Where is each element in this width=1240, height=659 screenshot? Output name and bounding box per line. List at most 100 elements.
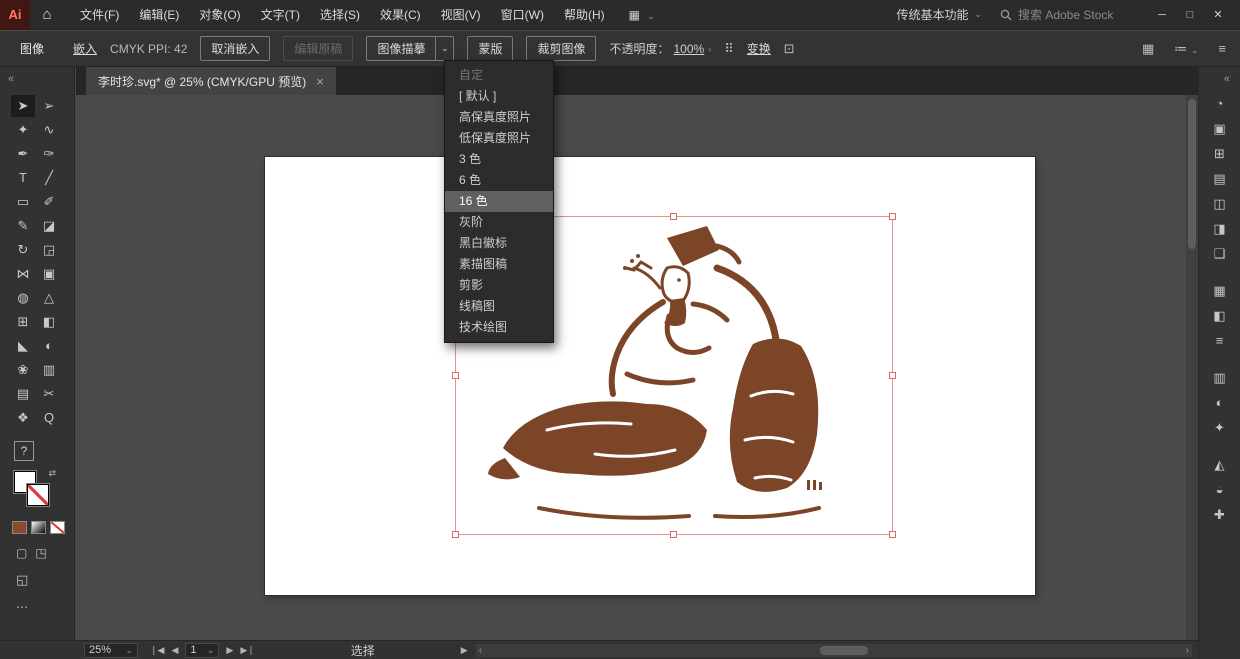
perspective-grid-tool[interactable]: △ bbox=[37, 287, 61, 309]
preset-grayscale[interactable]: 灰阶 bbox=[445, 212, 553, 233]
panel-icon-15[interactable]: ◒ bbox=[1207, 477, 1233, 502]
crop-image-button[interactable]: 裁剪图像 bbox=[526, 36, 596, 61]
magic-wand-tool[interactable]: ✦ bbox=[11, 119, 35, 141]
bounding-box-icon[interactable]: ⊡ bbox=[784, 41, 795, 57]
horizontal-scrollbar-thumb[interactable] bbox=[820, 646, 868, 655]
symbol-sprayer-tool[interactable]: ❀ bbox=[11, 359, 35, 381]
arrange-documents-icon[interactable]: ▦ ⌄ bbox=[629, 8, 657, 22]
blend-tool[interactable]: ◐ bbox=[37, 335, 61, 357]
preset-technical[interactable]: 技术绘图 bbox=[445, 317, 553, 338]
close-button[interactable]: ✕ bbox=[1204, 0, 1232, 30]
lasso-tool[interactable]: ∿ bbox=[37, 119, 61, 141]
selection-handle-n[interactable] bbox=[670, 213, 677, 220]
horizontal-scrollbar[interactable]: ‹ › bbox=[476, 644, 1192, 657]
panel-icon-3[interactable]: ⊞ bbox=[1207, 141, 1233, 166]
first-artboard-icon[interactable]: ❘◀ bbox=[150, 645, 164, 656]
panel-icon-1[interactable]: ◔ bbox=[1207, 91, 1233, 116]
rectangle-tool[interactable]: ▭ bbox=[11, 191, 35, 213]
preset-default[interactable]: [ 默认 ] bbox=[445, 86, 553, 107]
draw-normal-icon[interactable]: ▢ bbox=[16, 546, 27, 560]
menu-help[interactable]: 帮助(H) bbox=[554, 0, 615, 30]
document-tab[interactable]: 李时珍.svg* @ 25% (CMYK/GPU 预览) × bbox=[86, 67, 336, 95]
mesh-tool[interactable]: ⊞ bbox=[11, 311, 35, 333]
stock-search-input[interactable]: 搜索 Adobe Stock bbox=[1000, 6, 1130, 23]
selection-tool[interactable]: ➤ bbox=[11, 95, 35, 117]
last-artboard-icon[interactable]: ▶❘ bbox=[240, 645, 254, 656]
panel-icon-4[interactable]: ▤ bbox=[1207, 166, 1233, 191]
type-tool[interactable]: T bbox=[11, 167, 35, 189]
selection-handle-sw[interactable] bbox=[452, 531, 459, 538]
vertical-scrollbar[interactable] bbox=[1186, 95, 1198, 640]
preset-sketch-art[interactable]: 素描图稿 bbox=[445, 254, 553, 275]
panel-icon-14[interactable]: ◭ bbox=[1207, 452, 1233, 477]
shape-builder-tool[interactable]: ◍ bbox=[11, 287, 35, 309]
screen-mode-icon[interactable]: ◱ bbox=[16, 572, 74, 588]
none-button[interactable] bbox=[50, 521, 65, 534]
opacity-value[interactable]: 100% bbox=[674, 42, 705, 56]
tab-close-icon[interactable]: × bbox=[316, 74, 324, 89]
unembed-button[interactable]: 取消嵌入 bbox=[200, 36, 270, 61]
preset-hifi-photo[interactable]: 高保真度照片 bbox=[445, 107, 553, 128]
gradient-tool[interactable]: ◧ bbox=[37, 311, 61, 333]
mask-button[interactable]: 蒙版 bbox=[467, 36, 513, 61]
preset-16-colors[interactable]: 16 色 bbox=[445, 191, 553, 212]
style-dots-icon[interactable]: ⠿ bbox=[724, 41, 734, 57]
rotate-tool[interactable]: ↻ bbox=[11, 239, 35, 261]
status-expand-icon[interactable]: ▶ bbox=[461, 645, 468, 656]
panel-icon-9[interactable]: ◧ bbox=[1207, 303, 1233, 328]
scroll-right-icon[interactable]: › bbox=[1186, 645, 1189, 656]
hand-tool[interactable]: ❖ bbox=[11, 407, 35, 429]
draw-behind-icon[interactable]: ◳ bbox=[35, 546, 46, 560]
panel-icon-2[interactable]: ▣ bbox=[1207, 116, 1233, 141]
collapse-tools-icon[interactable]: « bbox=[0, 67, 74, 91]
selection-handle-ne[interactable] bbox=[889, 213, 896, 220]
panel-icon-11[interactable]: ▥ bbox=[1207, 365, 1233, 390]
edit-toolbar-icon[interactable]: ⋯ bbox=[16, 600, 74, 614]
menu-effect[interactable]: 效果(C) bbox=[370, 0, 431, 30]
opacity-control[interactable]: 不透明度： 100% › bbox=[609, 40, 711, 57]
fill-stroke-control[interactable]: ⇄ bbox=[14, 471, 52, 509]
scroll-left-icon[interactable]: ‹ bbox=[479, 645, 482, 656]
pencil-tool[interactable]: ✎ bbox=[11, 215, 35, 237]
menu-window[interactable]: 窗口(W) bbox=[491, 0, 554, 30]
embed-button[interactable]: 嵌入 bbox=[73, 40, 97, 57]
preset-lofi-photo[interactable]: 低保真度照片 bbox=[445, 128, 553, 149]
artboard-tool[interactable]: ▤ bbox=[11, 383, 35, 405]
preset-bw-logo[interactable]: 黑白徽标 bbox=[445, 233, 553, 254]
panel-icon-8[interactable]: ▦ bbox=[1207, 278, 1233, 303]
selection-handle-s[interactable] bbox=[670, 531, 677, 538]
menu-select[interactable]: 选择(S) bbox=[310, 0, 370, 30]
curvature-tool[interactable]: ✑ bbox=[37, 143, 61, 165]
minimize-button[interactable]: ─ bbox=[1148, 0, 1176, 30]
panel-icon-6[interactable]: ◨ bbox=[1207, 216, 1233, 241]
preset-6-colors[interactable]: 6 色 bbox=[445, 170, 553, 191]
gradient-button[interactable] bbox=[31, 521, 46, 534]
panel-icon-5[interactable]: ◫ bbox=[1207, 191, 1233, 216]
eraser-tool[interactable]: ◪ bbox=[37, 215, 61, 237]
panel-icon-13[interactable]: ✦ bbox=[1207, 415, 1233, 440]
vertical-scrollbar-thumb[interactable] bbox=[1188, 99, 1196, 249]
scale-tool[interactable]: ◲ bbox=[37, 239, 61, 261]
swap-fill-stroke-icon[interactable]: ⇄ bbox=[48, 468, 56, 479]
line-segment-tool[interactable]: ╱ bbox=[37, 167, 61, 189]
artboard[interactable] bbox=[265, 157, 1035, 595]
paintbrush-tool[interactable]: ✐ bbox=[37, 191, 61, 213]
image-trace-button[interactable]: 图像描摹 bbox=[366, 36, 436, 61]
canvas-area[interactable] bbox=[76, 95, 1198, 640]
grid-arrange-icon[interactable]: ▦ bbox=[1142, 41, 1154, 57]
preset-line-art[interactable]: 线稿图 bbox=[445, 296, 553, 317]
menu-object[interactable]: 对象(O) bbox=[189, 0, 250, 30]
menu-view[interactable]: 视图(V) bbox=[431, 0, 491, 30]
preset-silhouette[interactable]: 剪影 bbox=[445, 275, 553, 296]
direct-selection-tool[interactable]: ➢ bbox=[37, 95, 61, 117]
pen-tool[interactable]: ✒ bbox=[11, 143, 35, 165]
selection-handle-se[interactable] bbox=[889, 531, 896, 538]
transform-link[interactable]: 变换 bbox=[747, 40, 771, 57]
width-tool[interactable]: ⋈ bbox=[11, 263, 35, 285]
maximize-button[interactable]: □ bbox=[1176, 0, 1204, 30]
stroke-swatch[interactable] bbox=[27, 484, 49, 506]
panel-icon-10[interactable]: ≡ bbox=[1207, 328, 1233, 353]
eyedropper-tool[interactable]: ◣ bbox=[11, 335, 35, 357]
zoom-level-select[interactable]: 25% ⌄ bbox=[84, 643, 138, 658]
panel-icon-16[interactable]: ✚ bbox=[1207, 502, 1233, 527]
